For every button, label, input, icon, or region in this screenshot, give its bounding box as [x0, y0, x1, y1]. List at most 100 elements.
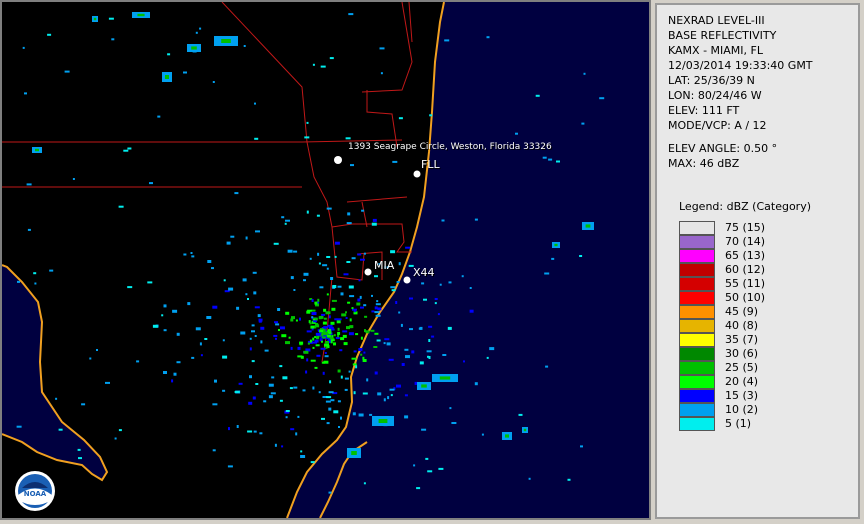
- legend-row: 15 (3): [679, 389, 829, 403]
- echo-cell: [27, 228, 31, 231]
- echo-cell: [323, 326, 329, 329]
- echo-cell: [348, 332, 354, 336]
- echo-cell: [337, 331, 341, 335]
- echo-cell: [277, 308, 281, 311]
- echo-cell: [327, 324, 333, 327]
- echo-cell: [329, 57, 334, 60]
- echo-cell: [165, 75, 169, 79]
- echo-cell: [322, 264, 328, 267]
- echo-cell: [580, 445, 583, 448]
- echo-cell: [363, 252, 366, 255]
- echo-cell: [388, 358, 394, 361]
- legend-row: 75 (15): [679, 221, 829, 235]
- echo-cell: [254, 335, 257, 337]
- echo-cell: [364, 329, 366, 333]
- echo-cell: [474, 218, 478, 221]
- echo-cell: [309, 322, 312, 325]
- legend-swatch: [679, 361, 715, 375]
- echo-cell: [285, 416, 288, 419]
- echo-cell: [400, 323, 403, 327]
- legend-row: 50 (10): [679, 291, 829, 305]
- echo-cell: [439, 283, 442, 286]
- lat: LAT: 25/36/39 N: [668, 74, 755, 87]
- echo-cell: [22, 46, 25, 49]
- echo-cell: [579, 255, 583, 257]
- echo-cell: [351, 257, 356, 260]
- legend-row: 35 (7): [679, 333, 829, 347]
- echo-cell: [222, 339, 225, 342]
- echo-cell: [136, 360, 140, 363]
- echo-cell: [554, 243, 558, 247]
- echo-cell: [252, 271, 257, 274]
- legend-label: 70 (14): [725, 235, 766, 248]
- echo-cell: [284, 222, 287, 225]
- fll-marker[interactable]: [413, 170, 421, 178]
- echo-cell: [346, 222, 352, 225]
- address-label: 1393 Seagrape Circle, Weston, Florida 33…: [348, 142, 552, 152]
- echo-cell: [118, 429, 122, 432]
- radar-map-canvas: [2, 2, 649, 518]
- echo-cell: [285, 311, 290, 315]
- echo-cell: [344, 388, 348, 391]
- echo-cell: [328, 329, 331, 332]
- echo-cell: [342, 330, 348, 333]
- echo-cell: [278, 329, 280, 331]
- echo-cell: [176, 332, 180, 336]
- echo-cell: [287, 249, 293, 253]
- echo-cell: [326, 334, 331, 337]
- elev-angle: ELEV ANGLE: 0.50 °: [668, 142, 778, 155]
- legend-label: 40 (8): [725, 319, 759, 332]
- x44-marker[interactable]: [403, 276, 411, 284]
- echo-cell: [599, 97, 605, 100]
- echo-cell: [195, 31, 198, 34]
- echo-cell: [345, 311, 347, 314]
- echo-cell: [306, 210, 309, 214]
- echo-cell: [303, 279, 306, 282]
- echo-cell: [291, 316, 295, 320]
- echo-cell: [350, 164, 354, 167]
- echo-cell: [423, 298, 427, 301]
- legend-title: Legend: dBZ (Category): [679, 200, 811, 213]
- echo-cell: [195, 327, 201, 331]
- echo-cell: [418, 327, 421, 330]
- echo-cell: [310, 461, 315, 464]
- echo-cell: [331, 307, 336, 311]
- legend-label: 45 (9): [725, 305, 759, 318]
- echo-cell: [306, 330, 312, 333]
- echo-cell: [362, 392, 368, 395]
- echo-cell: [306, 121, 309, 124]
- echo-cell: [35, 148, 39, 152]
- echo-cell: [127, 286, 133, 289]
- echo-cell: [325, 346, 328, 349]
- echo-cell: [328, 407, 332, 411]
- echo-cell: [212, 403, 218, 406]
- legend-label: 30 (6): [725, 347, 759, 360]
- echo-cell: [390, 250, 396, 254]
- echo-cell: [328, 491, 332, 494]
- echo-cell: [118, 205, 124, 208]
- echo-cell: [463, 360, 465, 363]
- echo-cell: [316, 214, 320, 217]
- echo-cell: [317, 252, 320, 256]
- echo-cell: [33, 272, 37, 275]
- echo-cell: [304, 136, 310, 139]
- echo-cell: [428, 325, 433, 328]
- echo-cell: [254, 137, 259, 140]
- mia-marker[interactable]: [364, 268, 372, 276]
- echo-cell: [434, 298, 438, 300]
- echo-cell: [337, 369, 341, 373]
- legend-swatch: [679, 417, 715, 431]
- echo-cell: [281, 216, 285, 219]
- echo-cell: [505, 434, 509, 438]
- echo-cell: [314, 339, 319, 343]
- address-marker[interactable]: [334, 156, 342, 164]
- echo-cell: [376, 339, 381, 342]
- radar-map[interactable]: 1393 Seagrape Circle, Weston, Florida 33…: [0, 0, 651, 520]
- echo-cell: [222, 389, 226, 392]
- echo-cell: [343, 342, 348, 346]
- echo-cell: [330, 321, 335, 325]
- echo-cell: [321, 340, 323, 343]
- echo-cell: [353, 391, 356, 395]
- echo-cell: [348, 370, 351, 373]
- echo-cell: [255, 383, 259, 385]
